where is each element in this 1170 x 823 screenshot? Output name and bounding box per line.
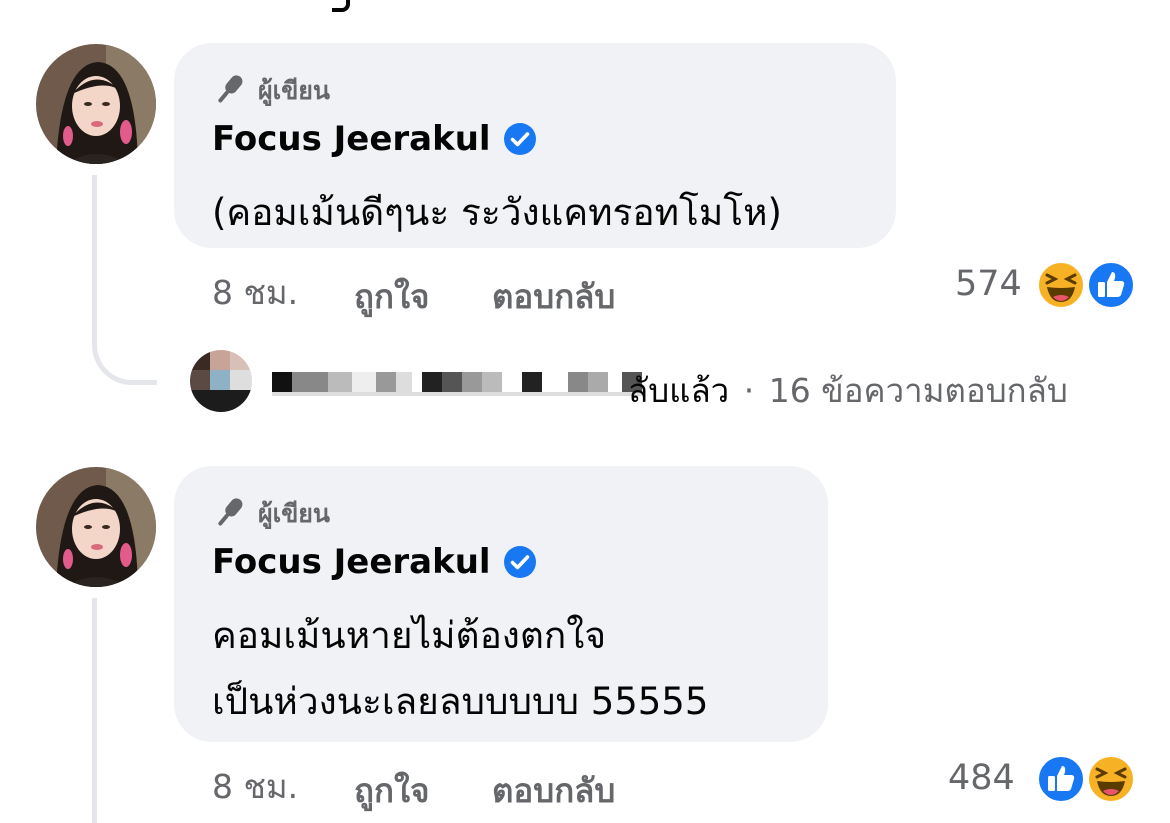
comment-text-line-2: เป็นห่วงนะเลยลบบบบบ 55555 [212,680,709,723]
reaction-count[interactable]: 574 [955,264,1022,304]
replier-avatar[interactable] [190,350,252,412]
thread-line [92,175,97,320]
comment-bubble: ผู้เขียน Focus Jeerakul (คอมเม้นดีๆนะ ระ… [174,43,896,248]
author-name[interactable]: Focus Jeerakul [212,542,491,582]
reply-count[interactable]: 16 ข้อความตอบกลับ [769,371,1068,410]
reply-button[interactable]: ตอบกลับ [492,764,615,817]
reaction-count[interactable]: 484 [948,758,1015,798]
author-badge-label: ผู้เขียน [258,76,331,105]
reply-summary[interactable]: ลับแล้ว · 16 ข้อความตอบกลับ [628,364,1068,417]
replied-suffix: ลับแล้ว [628,371,730,410]
cutoff-text-fragment [332,0,350,12]
comment-bubble: ผู้เขียน Focus Jeerakul คอมเม้นหายไม่ต้อ… [174,466,828,742]
author-badge: ผู้เขียน [212,71,330,111]
like-icon[interactable] [1036,754,1086,804]
like-button[interactable]: ถูกใจ [354,764,429,817]
haha-icon[interactable] [1086,754,1136,804]
verified-badge-icon [503,123,536,155]
redacted-replier-names [272,372,642,396]
like-icon[interactable] [1086,260,1136,310]
comment-text-line-1: คอมเม้นหายไม่ต้องตกใจ [212,614,607,657]
comment-time[interactable]: 8 ชม. [212,266,298,319]
separator: · [743,371,755,410]
haha-icon[interactable] [1036,260,1086,310]
avatar[interactable] [36,467,156,587]
thread-line [92,598,97,823]
microphone-icon [212,71,248,111]
author-badge: ผู้เขียน [212,494,330,534]
author-badge-label: ผู้เขียน [258,499,331,528]
avatar[interactable] [36,44,156,164]
verified-badge-icon [503,546,536,578]
like-button[interactable]: ถูกใจ [354,270,429,323]
comment-text: (คอมเม้นดีๆนะ ระวังแคทรอทโมโห) [212,191,782,234]
microphone-icon [212,494,248,534]
author-name[interactable]: Focus Jeerakul [212,119,491,159]
reply-button[interactable]: ตอบกลับ [492,270,615,323]
thread-curve [92,300,157,385]
comment-time[interactable]: 8 ชม. [212,760,298,813]
